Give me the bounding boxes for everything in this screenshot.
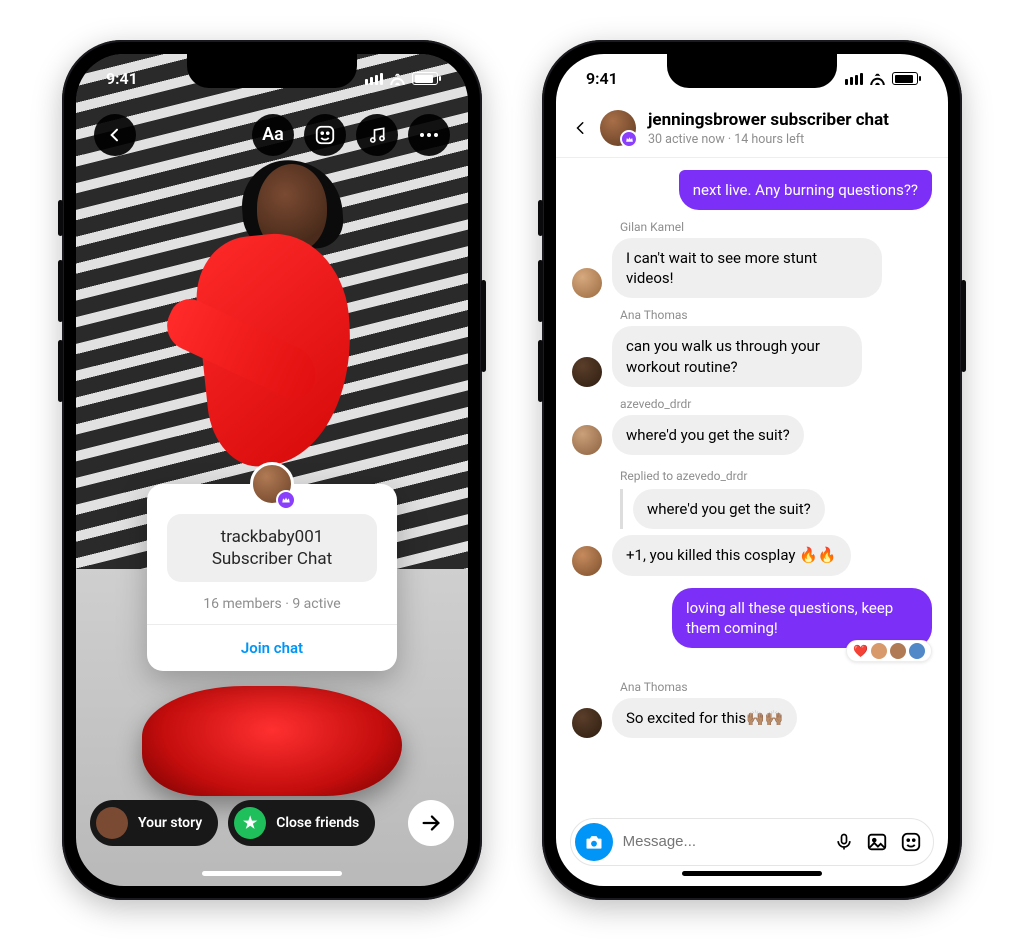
close-friends-label: Close friends [276, 815, 359, 831]
card-title-line1: trackbaby001 [183, 526, 361, 548]
message-incoming[interactable]: can you walk us through your workout rou… [612, 326, 862, 387]
crown-badge-icon [276, 490, 296, 510]
message-composer [570, 818, 934, 866]
notch [667, 54, 837, 88]
back-button[interactable] [94, 114, 136, 156]
camera-button[interactable] [575, 823, 613, 861]
home-indicator[interactable] [682, 871, 822, 876]
message-outgoing[interactable]: loving all these questions, keep them co… [672, 588, 932, 649]
sender-label: Ana Thomas [620, 680, 932, 694]
avatar[interactable] [572, 268, 602, 298]
close-friends-chip[interactable]: ★ Close friends [228, 800, 375, 846]
avatar[interactable] [572, 357, 602, 387]
join-chat-button[interactable]: Join chat [147, 625, 397, 671]
text-tool-label: Aa [262, 124, 284, 145]
message-incoming[interactable]: +1, you killed this cosplay 🔥🔥 [612, 535, 851, 575]
avatar-small [96, 807, 128, 839]
phone-story-editor: 9:41 Aa [62, 40, 482, 900]
reactions[interactable]: ❤️ [846, 640, 932, 662]
back-button[interactable] [574, 117, 588, 139]
avatar[interactable] [572, 425, 602, 455]
home-indicator[interactable] [202, 871, 342, 876]
sender-label: azevedo_drdr [620, 397, 932, 411]
send-story-button[interactable] [408, 800, 454, 846]
crown-badge-icon [620, 130, 638, 148]
more-tools-button[interactable] [408, 114, 450, 156]
wifi-icon [869, 72, 886, 85]
message-incoming[interactable]: So excited for this🙌🏽🙌🏽 [612, 698, 797, 738]
gallery-icon[interactable] [865, 830, 889, 854]
chat-messages[interactable]: next live. Any burning questions?? Gilan… [556, 164, 948, 810]
status-time: 9:41 [586, 69, 618, 88]
star-icon: ★ [234, 807, 266, 839]
sender-label: Ana Thomas [620, 308, 932, 322]
card-title: trackbaby001 Subscriber Chat [167, 514, 377, 582]
battery-icon [892, 72, 918, 85]
avatar[interactable] [572, 708, 602, 738]
sticker-icon[interactable] [899, 830, 923, 854]
chat-subtitle: 30 active now · 14 hours left [648, 132, 889, 147]
avatar[interactable] [572, 546, 602, 576]
reply-label: Replied to azevedo_drdr [620, 469, 932, 483]
sender-label: Gilan Kamel [620, 220, 932, 234]
music-tool-button[interactable] [356, 114, 398, 156]
battery-icon [412, 72, 438, 85]
card-subtitle: 16 members · 9 active [147, 582, 397, 624]
your-story-chip[interactable]: Your story [90, 800, 218, 846]
message-incoming[interactable]: where'd you get the suit? [612, 415, 804, 455]
notch [187, 54, 357, 88]
text-tool-button[interactable]: Aa [252, 114, 294, 156]
signal-icon [365, 73, 383, 85]
chat-title: jenningsbrower subscriber chat [648, 110, 889, 130]
chat-avatar[interactable] [600, 110, 636, 146]
message-incoming[interactable]: I can't wait to see more stunt videos! [612, 238, 882, 299]
wifi-icon [389, 72, 406, 85]
phone-chat: 9:41 jenningsbrower subscriber chat 30 a… [542, 40, 962, 900]
heart-icon: ❤️ [853, 644, 868, 658]
chat-header: jenningsbrower subscriber chat 30 active… [556, 104, 948, 158]
reply-quote[interactable]: where'd you get the suit? [633, 489, 825, 529]
your-story-label: Your story [138, 815, 202, 831]
subscriber-chat-card[interactable]: trackbaby001 Subscriber Chat 16 members … [147, 484, 397, 671]
sticker-tool-button[interactable] [304, 114, 346, 156]
message-outgoing[interactable]: next live. Any burning questions?? [679, 170, 932, 210]
card-title-line2: Subscriber Chat [183, 548, 361, 570]
mic-icon[interactable] [832, 830, 856, 854]
signal-icon [845, 73, 863, 85]
message-input[interactable] [623, 833, 822, 850]
status-time: 9:41 [106, 69, 138, 88]
